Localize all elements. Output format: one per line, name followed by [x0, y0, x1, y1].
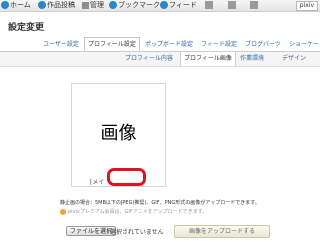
settings-icon[interactable] — [250, 1, 258, 9]
top-navigation-bar: ホーム 作品投稿 管理 ブックマーク フィード pixiv — [0, 0, 320, 12]
tab-popboard-settings[interactable]: ポップボード設定 — [145, 39, 193, 50]
highlight-annotation — [107, 168, 146, 186]
nav-bookmark[interactable]: ブックマーク — [109, 0, 160, 11]
nav-manage[interactable]: 管理 — [82, 0, 104, 11]
upload-format-note: 静止画の場合：5MB以下のJPEG(推奨)、GIF、PNG形式の画像がアップロー… — [60, 200, 260, 206]
upload-icon — [38, 1, 46, 9]
manage-icon — [82, 1, 89, 9]
premium-note: pixivプレミアム会員は、GIFアニメをアップロードできます。 — [60, 208, 207, 215]
nav-upload[interactable]: 作品投稿 — [38, 0, 75, 11]
nav-feed[interactable]: フィード — [160, 0, 197, 11]
tab-blog-parts[interactable]: ブログパーツ — [245, 39, 281, 50]
image-caption: [メイ — [90, 179, 105, 186]
file-status: 選択されていません — [110, 229, 164, 236]
image-placeholder-text: 画像 — [100, 123, 137, 144]
subtab-design[interactable]: デザイン — [282, 52, 306, 66]
nav-home[interactable]: ホーム — [1, 0, 31, 11]
bookmark-icon — [109, 1, 117, 9]
settings-tabs: ユーザー設定 プロフィール設定 ポップボード設定 フィード設定 ブログパーツ シ… — [0, 37, 320, 52]
tab-user-settings[interactable]: ユーザー設定 — [43, 39, 79, 50]
user-menu[interactable]: pixiv — [295, 1, 318, 11]
upload-image-button[interactable]: 画像をアップロードする — [174, 225, 270, 238]
subtab-profile-image[interactable]: プロフィール画像 — [180, 52, 236, 66]
notification-icon[interactable] — [228, 1, 236, 9]
choose-file-button[interactable]: ファイルを選択 — [66, 226, 117, 236]
home-icon — [1, 1, 9, 9]
message-icon[interactable] — [205, 1, 213, 9]
tab-profile-settings[interactable]: プロフィール設定 — [84, 37, 140, 51]
feed-icon — [160, 1, 168, 9]
info-icon — [60, 208, 66, 215]
profile-subtabs: プロフィール内容 プロフィール画像 作業環境 デザイン — [0, 52, 320, 67]
subtab-work-environment[interactable]: 作業環境 — [240, 52, 264, 66]
subtab-profile-content[interactable]: プロフィール内容 — [125, 52, 173, 66]
tab-showcase[interactable]: ショーケー — [289, 39, 319, 50]
tab-feed-settings[interactable]: フィード設定 — [201, 39, 237, 50]
page-title: 設定変更 — [8, 23, 45, 33]
